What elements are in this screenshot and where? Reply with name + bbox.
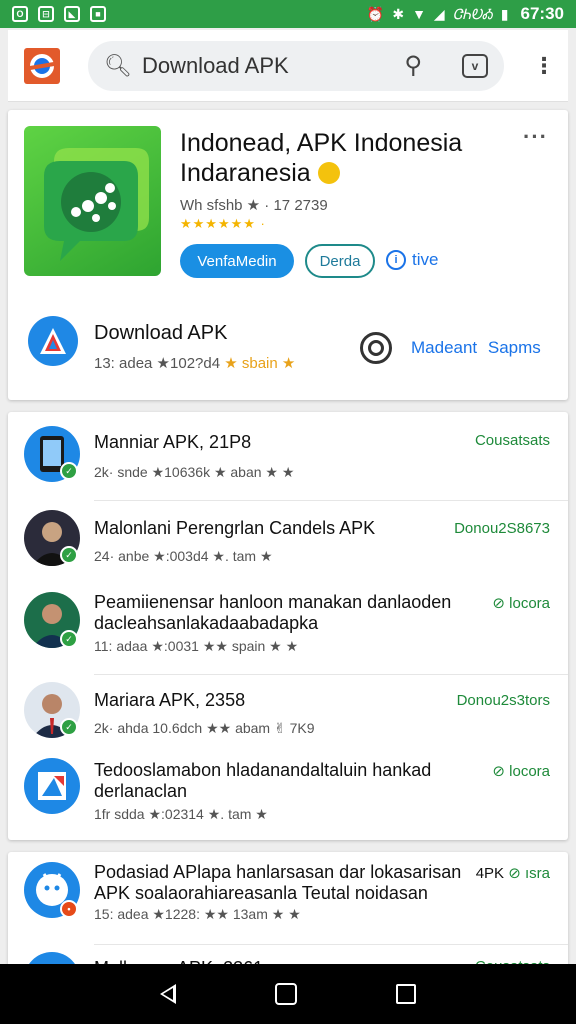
list-item-meta: 2k· ahda 10.6dch ★★ abam ✌ 7K9 <box>94 720 315 736</box>
home-icon[interactable] <box>274 983 297 1005</box>
more-options-icon[interactable]: ··· <box>523 124 548 150</box>
verified-badge-icon: ✓ <box>60 630 78 648</box>
list-item[interactable]: • Podasiad APlapa hanlarsasan dar lokasa… <box>8 852 568 944</box>
voice-icon[interactable]: v <box>462 53 488 78</box>
list-item-action[interactable]: Donou2S8673 <box>454 520 550 537</box>
verified-badge-icon: ✓ <box>60 546 78 564</box>
download-meta: 13: adea ★102?d4 ★ sbain ★ <box>94 355 296 372</box>
search-submit-icon[interactable]: ⚲ <box>404 51 422 80</box>
bluetooth-icon: ✱ <box>392 5 405 22</box>
list-item-meta: 2k· snde ★10636k ★ aban ★ ★ <box>94 464 295 480</box>
wifi-icon: ▼ <box>412 6 426 22</box>
app-logo-icon[interactable] <box>22 46 62 86</box>
download-app-icon[interactable] <box>28 316 78 366</box>
overflow-menu-icon[interactable]: ⋮ <box>533 53 555 79</box>
alarm-icon: ⏰ <box>366 5 385 22</box>
notification-icon: O <box>12 6 28 22</box>
emoji-icon <box>317 162 340 184</box>
signal-icon: ◢ <box>433 5 445 22</box>
list-item-meta: 11: adaa ★:0031 ★★ spain ★ ★ <box>94 638 299 654</box>
lens-search-icon[interactable] <box>360 332 392 364</box>
app-list-card: ✓ Manniar APK, 21P8 2k· snde ★10636k ★ a… <box>8 412 568 840</box>
list-item[interactable]: ✓ Peamiienensar hanloon manakan danlaode… <box>8 584 568 674</box>
list-item-action[interactable]: 4PK ⊘ ısra <box>476 864 550 882</box>
search-icon: 🔍︎ <box>104 52 132 78</box>
list-item-meta: 1fr sdda ★:02314 ★. tam ★ <box>94 806 268 822</box>
featured-meta: Wh sfshb ★ · 17 2739 <box>180 197 328 214</box>
edit-icon: ⊘ <box>492 595 505 612</box>
list-item-meta: 24· anbe ★:003d4 ★. tam ★ <box>94 548 273 564</box>
notification-icon: ⊟ <box>38 6 54 22</box>
status-bar: O ⊟ ◣ ■ ⏰ ✱ ▼ ◢ ᏣᏂᎧᎣ ▮ 67:30 <box>0 0 576 28</box>
list-item-action[interactable]: ⊘ locora <box>492 594 550 612</box>
list-item[interactable]: Tedooslamabon hladanandaltaluin hankad d… <box>8 754 568 840</box>
notification-icon: ◣ <box>64 6 80 22</box>
search-input[interactable]: Download APK <box>142 53 289 79</box>
info-link[interactable]: i tive <box>386 250 438 270</box>
info-icon: i <box>386 250 406 270</box>
system-nav-bar <box>0 964 576 1024</box>
battery-text: ᏣᏂᎧᎣ <box>452 5 493 22</box>
download-links[interactable]: Madeant Sapms <box>411 338 541 358</box>
list-item-action[interactable]: Cousatsats <box>475 432 550 449</box>
app-bar: 🔍︎ Download APK ⚲ v ⋮ <box>8 30 568 102</box>
verified-badge-icon: ✓ <box>60 462 78 480</box>
list-item-title: Malonlani Perengrlan Candels APK <box>94 518 376 538</box>
list-item-action[interactable]: ⊘ locora <box>492 762 550 780</box>
featured-rating-stars: ★★★★★★ · <box>180 216 266 231</box>
system-icons: ⏰ ✱ ▼ ◢ ᏣᏂᎧᎣ ▮ 67:30 <box>367 4 564 24</box>
download-title[interactable]: Download APK <box>94 322 227 345</box>
notification-badge-icon: • <box>60 900 78 918</box>
install-button[interactable]: VenfaMedin <box>180 244 294 278</box>
battery-icon: ▮ <box>500 5 509 22</box>
edit-icon: ⊘ <box>508 865 521 882</box>
recent-apps-icon[interactable] <box>396 984 417 1004</box>
notification-icons: O ⊟ ◣ ■ <box>12 6 106 22</box>
list-item-title: Peamiienensar hanloon manakan danlaoden … <box>94 592 452 633</box>
list-item-title: Manniar APK, 21P8 <box>94 432 252 452</box>
details-button[interactable]: Derda <box>305 244 375 278</box>
list-item-title: Mariara APK, 2358 <box>94 690 246 710</box>
back-icon[interactable] <box>159 984 176 1004</box>
featured-app-icon[interactable] <box>24 126 161 276</box>
featured-card: Indonead, APK Indonesia Indaranesia ··· … <box>8 110 568 400</box>
featured-title[interactable]: Indonead, APK Indonesia Indaranesia <box>180 128 500 188</box>
list-item-title: Podasiad APlapa hanlarsasan dar lokasari… <box>94 862 462 903</box>
verified-badge-icon: ✓ <box>60 718 78 736</box>
app-icon <box>24 758 80 814</box>
list-item[interactable]: ✓ Mariara APK, 2358 2k· ahda 10.6dch ★★ … <box>8 674 568 754</box>
edit-icon: ⊘ <box>492 763 505 780</box>
list-item-action[interactable]: Donou2s3tors <box>457 692 550 709</box>
search-bar[interactable]: 🔍︎ Download APK ⚲ v <box>88 40 504 91</box>
clock: 67:30 <box>520 4 564 23</box>
notification-icon: ■ <box>90 6 106 22</box>
list-item-meta: 15: adea ★1228: ★★ 13am ★ ★ <box>94 906 301 922</box>
list-item-title: Tedooslamabon hladanandaltaluin hankad d… <box>94 760 432 801</box>
list-item[interactable]: ✓ Malonlani Perengrlan Candels APK 24· a… <box>8 500 568 584</box>
list-item[interactable]: ✓ Manniar APK, 21P8 2k· snde ★10636k ★ a… <box>8 412 568 500</box>
